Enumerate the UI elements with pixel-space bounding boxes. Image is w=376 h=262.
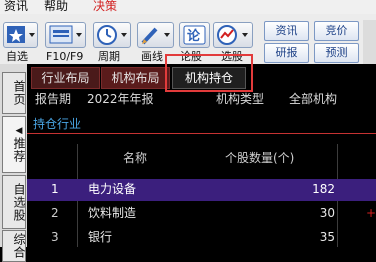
auction-button[interactable]: 竞价 [314,21,359,41]
comment-stock-icon: 论 [183,25,206,45]
side-tab-recommend-label: 推荐 [12,137,26,163]
institution-type-label: 机构类型 [216,92,265,106]
pencil-draw-icon [141,27,170,45]
row-index: 1 [51,182,59,196]
side-tab-comprehensive[interactable]: 综合 [2,230,26,262]
menu-bar: 资讯 帮助 决策 [0,0,376,14]
side-tab-bar: 首页 ◀推荐 自选股 综合 [0,64,27,262]
f10-label: F10/F9 [46,50,84,63]
svg-text:论: 论 [187,28,201,44]
menu-item-decision[interactable]: 决策 [93,0,117,13]
row-count: 35 [319,230,335,244]
discuss-stock-button[interactable]: 论 [179,22,210,48]
section-divider [27,133,376,134]
news-button[interactable]: 资讯 [264,21,309,41]
row-index: 3 [51,230,59,244]
draw-line-button[interactable] [137,22,174,48]
report-period-label: 报告期 [35,92,72,106]
row-name: 电力设备 [88,182,137,196]
row-plus-mark: + [366,206,376,220]
side-tab-recommend[interactable]: ◀推荐 [2,116,26,173]
table-row[interactable]: 2 饮料制造 30 + [27,203,376,225]
content-panel: 行业布局 机构布局 机构持仓 报告期 2022年年报 机构类型 全部机构 持仓行… [27,54,376,249]
draw-line-label: 画线 [141,50,163,63]
stock-pick-icon [217,25,248,45]
section-title: 持仓行业 [33,117,82,131]
row-count: 30 [319,206,335,220]
highlight-box [165,54,253,92]
forecast-button[interactable]: 预测 [314,43,359,63]
row-index: 2 [51,206,59,220]
tab-industry-layout[interactable]: 行业布局 [31,67,100,89]
menu-item-news[interactable]: 资讯 [4,0,28,13]
stock-pick-button[interactable] [213,22,253,48]
watchlist-button[interactable] [3,22,38,48]
column-header-count[interactable]: 个股数量(个) [225,149,294,166]
side-tab-watchlist[interactable]: 自选股 [2,175,26,229]
table-row[interactable]: 3 银行 35 [27,227,376,249]
collapse-arrow-icon: ◀ [14,126,24,137]
f10-button[interactable] [45,22,86,48]
column-header-name[interactable]: 名称 [123,149,147,166]
watchlist-label: 自选 [6,50,28,63]
table-row[interactable]: 1 电力设备 182 [27,179,376,201]
period-button[interactable] [93,22,131,48]
star-list-icon [7,26,35,43]
institution-type-select[interactable]: 全部机构 [289,91,337,107]
tab-institution-layout[interactable]: 机构布局 [101,67,170,89]
row-count: 182 [312,182,335,196]
toolbar-more-strip [363,20,376,64]
row-name: 银行 [88,230,113,244]
row-name: 饮料制造 [88,206,137,220]
report-period-select[interactable]: 2022年年报 [87,91,154,107]
side-tab-home[interactable]: 首页 [2,72,26,114]
clock-cycle-icon [97,25,127,45]
f10-card-icon [49,25,82,44]
period-label: 周期 [98,50,120,63]
menu-item-help[interactable]: 帮助 [44,0,68,13]
research-report-button[interactable]: 研报 [264,43,309,63]
